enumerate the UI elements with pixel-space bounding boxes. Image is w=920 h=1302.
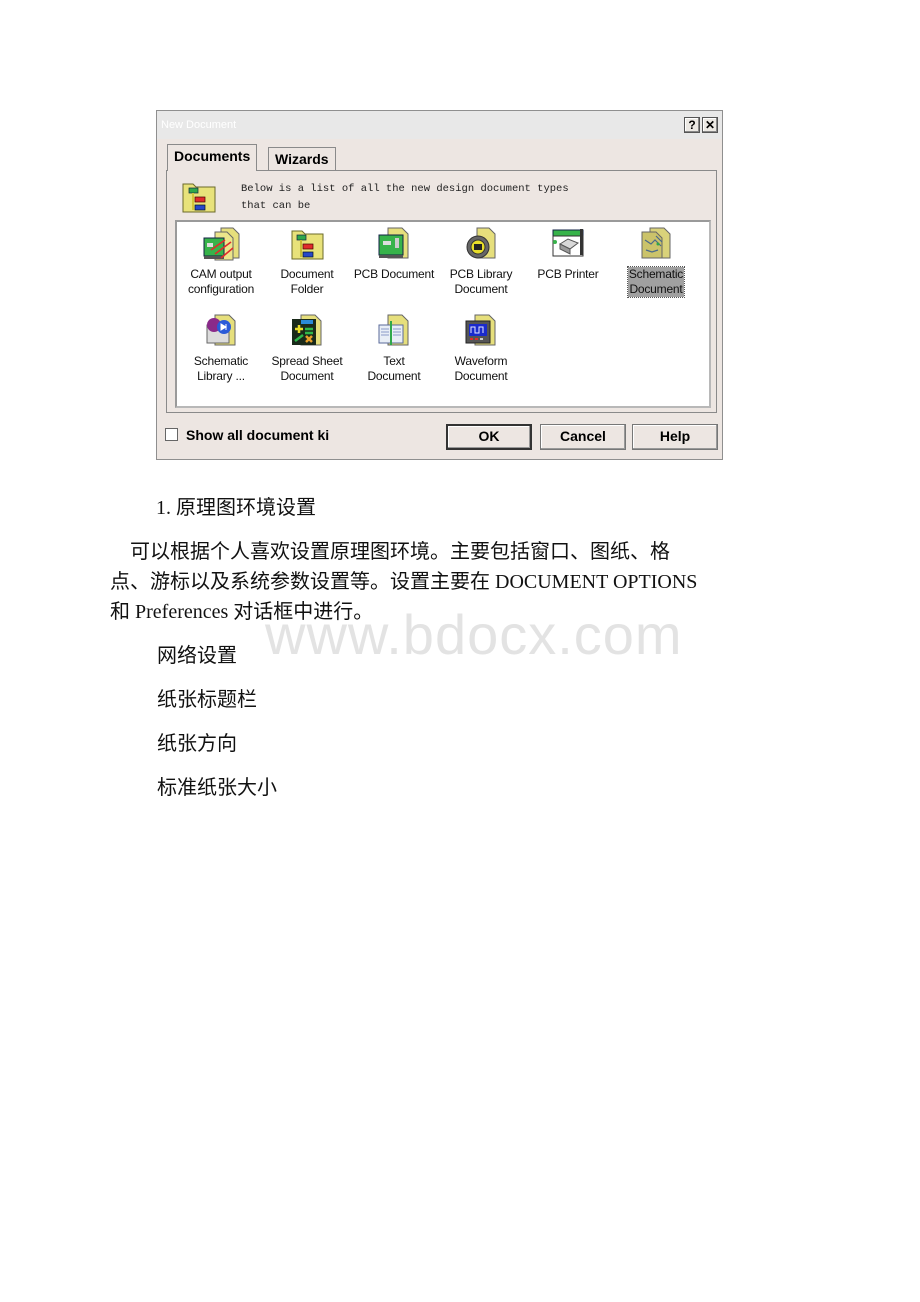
cancel-button[interactable]: Cancel	[540, 424, 626, 450]
list-item-pcb-library[interactable]: PCB Library Document	[439, 226, 523, 297]
close-icon[interactable]: ✕	[702, 117, 718, 133]
schematic-library-icon	[206, 314, 236, 346]
help-icon[interactable]: ?	[684, 117, 700, 133]
list-item-network-settings: 网络设置	[157, 645, 237, 667]
item-label: PCB Library Document	[449, 267, 513, 296]
checkbox-box[interactable]	[165, 428, 178, 441]
spreadsheet-icon	[292, 314, 322, 346]
item-label: Text Document	[367, 354, 421, 383]
waveform-icon	[465, 314, 496, 346]
list-item-text-document[interactable]: Text Document	[352, 313, 436, 384]
section-heading: 1. 原理图环境设置	[156, 497, 316, 519]
help-button[interactable]: Help	[632, 424, 718, 450]
documents-panel: Below is a list of all the new design do…	[166, 170, 717, 413]
body-paragraph: 可以根据个人喜欢设置原理图环境。主要包括窗口、图纸、格 点、游标以及系统参数设置…	[110, 541, 698, 623]
list-item-pcb-document[interactable]: PCB Document	[352, 226, 436, 282]
pcb-document-icon	[378, 227, 409, 259]
list-item-title-block: 纸张标题栏	[157, 689, 257, 711]
pcb-library-icon	[466, 227, 496, 259]
document-folder-icon	[291, 230, 324, 260]
item-label: Document Folder	[280, 267, 334, 296]
title-bar[interactable]: New Document ? ✕	[157, 111, 722, 139]
list-item-paper-orientation: 纸张方向	[157, 733, 237, 755]
item-label: Schematic Library ...	[193, 354, 249, 383]
dialog-title: New Document	[161, 119, 237, 131]
tab-documents[interactable]: Documents	[167, 144, 258, 171]
item-label: PCB Document	[353, 267, 435, 281]
show-all-label: Show all document ki	[186, 427, 330, 443]
item-label: Schematic Document	[626, 266, 686, 298]
ok-button[interactable]: OK	[446, 424, 532, 450]
dialog-description: Below is a list of all the new design do…	[241, 183, 569, 212]
tab-wizards[interactable]: Wizards	[268, 147, 336, 170]
list-item-pcb-printer[interactable]: PCB Printer	[526, 226, 610, 282]
text-document-icon	[378, 314, 409, 346]
item-label: Spread Sheet Document	[271, 354, 343, 383]
pcb-printer-icon	[552, 229, 584, 257]
item-label: Waveform Document	[454, 354, 508, 383]
item-label: CAM output configuration	[187, 267, 255, 296]
show-all-checkbox[interactable]: Show all document ki	[165, 427, 329, 443]
list-item-schematic-library[interactable]: Schematic Library ...	[179, 313, 263, 384]
list-item-standard-paper-size: 标准纸张大小	[157, 777, 277, 799]
document-folder-icon	[182, 183, 216, 213]
list-item-spreadsheet[interactable]: Spread Sheet Document	[265, 313, 349, 384]
cam-output-icon	[203, 227, 240, 261]
item-label: PCB Printer	[537, 267, 599, 281]
list-item-cam-output[interactable]: CAM output configuration	[179, 226, 263, 297]
new-document-dialog: New Document ? ✕ Wizards Documents Below…	[156, 110, 723, 460]
list-item-document-folder[interactable]: Document Folder	[265, 226, 349, 297]
list-item-schematic-document[interactable]: Schematic Document	[614, 226, 698, 298]
schematic-document-icon	[641, 227, 671, 259]
document-type-list[interactable]: CAM outputconfiguration DocumentFolder	[175, 220, 711, 408]
list-item-waveform[interactable]: Waveform Document	[439, 313, 523, 384]
